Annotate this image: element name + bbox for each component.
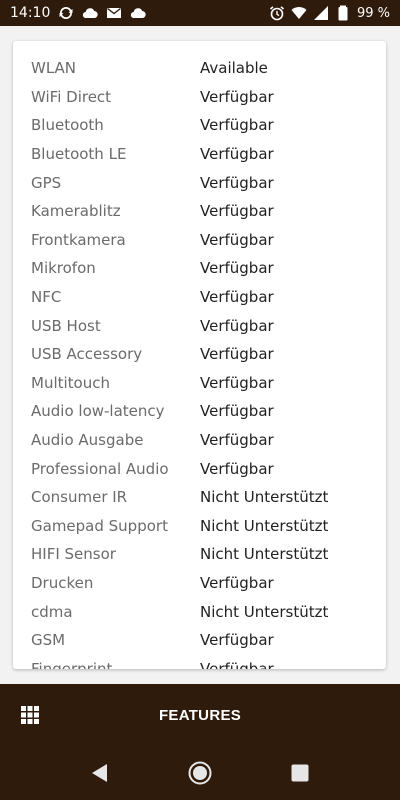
feature-name: Fingerprint xyxy=(31,659,113,669)
wifi-icon xyxy=(291,7,307,19)
signal-icon xyxy=(313,6,328,20)
feature-row: Audio Ausgabe Verfügbar xyxy=(13,426,386,455)
feature-name: GPS xyxy=(31,173,62,192)
feature-name: Audio Ausgabe xyxy=(31,431,144,450)
feature-row: Audio low-latency Verfügbar xyxy=(13,397,386,426)
feature-row: Multitouch Verfügbar xyxy=(13,369,386,398)
feature-status: Nicht Unterstützt xyxy=(200,488,329,507)
feature-status: Nicht Unterstützt xyxy=(200,545,329,564)
navigation-bar xyxy=(0,746,400,800)
feature-list: WLAN Available WiFi Direct Verfügbar Bluetoo… xyxy=(13,54,386,669)
status-bar: 14:10 99 % xyxy=(0,0,400,26)
feature-row: WLAN Available xyxy=(13,54,386,83)
battery-percentage: 99 % xyxy=(356,5,390,21)
feature-row: cdma Nicht Unterstützt xyxy=(13,597,386,626)
feature-row: NFC Verfügbar xyxy=(13,283,386,312)
alarm-icon xyxy=(269,6,284,21)
feature-row: Drucken Verfügbar xyxy=(13,569,386,598)
feature-row: HIFI Sensor Nicht Unterstützt xyxy=(13,540,386,569)
feature-status: Verfügbar xyxy=(200,431,274,450)
feature-row: Professional Audio Verfügbar xyxy=(13,454,386,483)
feature-name: Consumer IR xyxy=(31,488,128,507)
feature-status: Verfügbar xyxy=(200,573,274,592)
status-right: 99 % xyxy=(269,5,390,21)
feature-name: Multitouch xyxy=(31,373,110,392)
feature-row: USB Host Verfügbar xyxy=(13,311,386,340)
feature-name: WLAN xyxy=(31,59,77,78)
feature-name: Bluetooth xyxy=(31,116,104,135)
feature-row: Frontkamera Verfügbar xyxy=(13,226,386,255)
feature-name: Professional Audio xyxy=(31,459,169,478)
feature-row: Bluetooth LE Verfügbar xyxy=(13,140,386,169)
feature-name: Frontkamera xyxy=(31,230,126,249)
feature-name: WiFi Direct xyxy=(31,87,112,106)
feature-status: Verfügbar xyxy=(200,631,274,650)
feature-row: Fingerprint Verfügbar xyxy=(13,654,386,669)
feature-row: Kamerablitz Verfügbar xyxy=(13,197,386,226)
feature-status: Nicht Unterstützt xyxy=(200,602,329,621)
page-title: FEATURES xyxy=(158,706,242,724)
recents-icon[interactable] xyxy=(287,760,313,786)
feature-name: NFC xyxy=(31,288,62,307)
feature-name: HIFI Sensor xyxy=(31,545,116,564)
feature-row: Bluetooth Verfügbar xyxy=(13,111,386,140)
status-left: 14:10 xyxy=(10,5,147,21)
sync-icon xyxy=(59,6,73,20)
home-icon[interactable] xyxy=(187,760,213,786)
status-time: 14:10 xyxy=(10,5,51,21)
feature-status: Verfügbar xyxy=(200,373,274,392)
feature-status: Verfügbar xyxy=(200,87,274,106)
feature-status: Verfügbar xyxy=(200,230,274,249)
feature-status: Verfügbar xyxy=(200,202,274,221)
feature-status: Verfügbar xyxy=(200,402,274,421)
feature-status: Verfügbar xyxy=(200,145,274,164)
screen: 14:10 99 % WLAN Available WiFi Direct Ve… xyxy=(0,0,400,800)
feature-row: Gamepad Support Nicht Unterstützt xyxy=(13,512,386,541)
feature-status: Verfügbar xyxy=(200,345,274,364)
grid-icon[interactable] xyxy=(20,705,40,725)
feature-name: cdma xyxy=(31,602,73,621)
feature-status: Verfügbar xyxy=(200,116,274,135)
feature-name: GSM xyxy=(31,631,66,650)
feature-status: Nicht Unterstützt xyxy=(200,516,329,535)
feature-row: WiFi Direct Verfügbar xyxy=(13,83,386,112)
feature-row: GPS Verfügbar xyxy=(13,168,386,197)
back-icon[interactable] xyxy=(87,760,113,786)
features-card[interactable]: WLAN Available WiFi Direct Verfügbar Bluetoo… xyxy=(13,41,386,669)
feature-name: USB Accessory xyxy=(31,345,143,364)
feature-status: Verfügbar xyxy=(200,173,274,192)
feature-row: GSM Verfügbar xyxy=(13,626,386,655)
feature-name: Bluetooth LE xyxy=(31,145,127,164)
cloud-icon xyxy=(131,8,147,19)
feature-status: Verfügbar xyxy=(200,659,274,669)
feature-row: Consumer IR Nicht Unterstützt xyxy=(13,483,386,512)
bottom-app-bar: FEATURES xyxy=(0,684,400,746)
feature-name: Kamerablitz xyxy=(31,202,121,221)
feature-status: Verfügbar xyxy=(200,459,274,478)
feature-name: USB Host xyxy=(31,316,101,335)
feature-name: Gamepad Support xyxy=(31,516,168,535)
feature-status: Verfügbar xyxy=(200,316,274,335)
feature-name: Audio low-latency xyxy=(31,402,165,421)
battery-icon xyxy=(338,5,348,21)
cloud-icon xyxy=(83,8,99,19)
feature-status: Available xyxy=(200,59,268,78)
feature-status: Verfügbar xyxy=(200,288,274,307)
mail-icon xyxy=(107,7,122,18)
feature-row: USB Accessory Verfügbar xyxy=(13,340,386,369)
feature-status: Verfügbar xyxy=(200,259,274,278)
feature-name: Mikrofon xyxy=(31,259,96,278)
feature-row: Mikrofon Verfügbar xyxy=(13,254,386,283)
feature-name: Drucken xyxy=(31,573,94,592)
